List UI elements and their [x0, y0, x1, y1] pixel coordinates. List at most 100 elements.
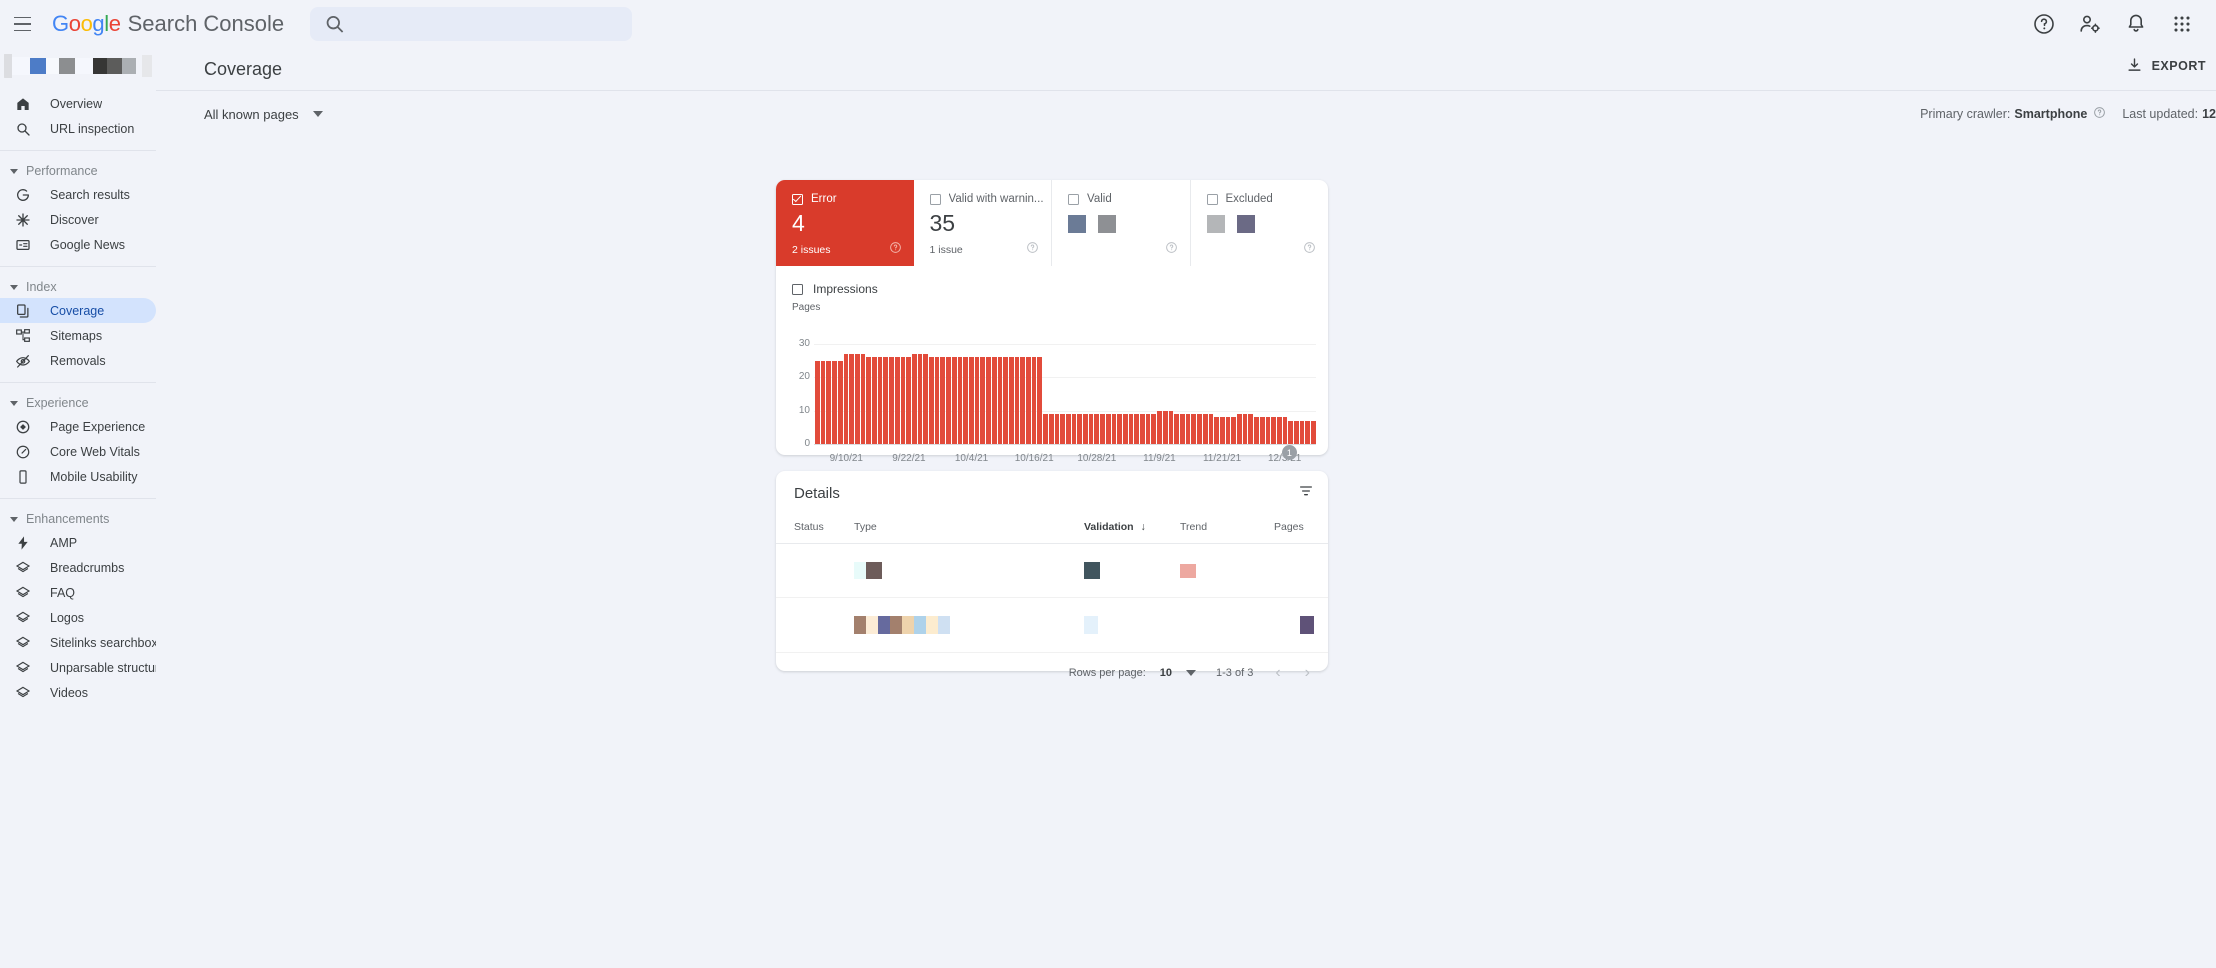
- chart-bar[interactable]: [923, 354, 928, 444]
- chart-bar[interactable]: [958, 357, 963, 444]
- chart-bar[interactable]: [918, 354, 923, 444]
- chart-bar[interactable]: [1117, 414, 1122, 444]
- chart-bar[interactable]: [878, 357, 883, 444]
- chart-bar[interactable]: [1060, 414, 1065, 444]
- chart-bar[interactable]: [1248, 414, 1253, 444]
- chart-bar[interactable]: [1089, 414, 1094, 444]
- sidebar-item-discover[interactable]: Discover: [0, 207, 156, 232]
- chart-bar[interactable]: [1146, 414, 1151, 444]
- status-card-valid[interactable]: Valid: [1052, 180, 1191, 266]
- chart-bar[interactable]: [1123, 414, 1128, 444]
- sidebar-item-search-results[interactable]: Search results: [0, 182, 156, 207]
- chart-bar[interactable]: [1066, 414, 1071, 444]
- chart-bar[interactable]: [963, 357, 968, 444]
- chart-bar[interactable]: [1214, 417, 1219, 444]
- chart-bar[interactable]: [861, 354, 866, 444]
- chart-bar[interactable]: [1305, 421, 1310, 444]
- sidebar-item-coverage[interactable]: Coverage: [0, 298, 156, 323]
- sidebar-item-removals[interactable]: Removals: [0, 348, 156, 373]
- chart-bar[interactable]: [946, 357, 951, 444]
- chart-bar[interactable]: [1294, 421, 1299, 444]
- column-header-status[interactable]: Status: [776, 515, 854, 544]
- chart-bar[interactable]: [1043, 414, 1048, 444]
- impressions-toggle[interactable]: Impressions: [776, 266, 1328, 296]
- sidebar-group-index[interactable]: Index: [0, 276, 156, 298]
- chart-bar[interactable]: [906, 357, 911, 444]
- table-row[interactable]: [776, 598, 1328, 653]
- chart-bar[interactable]: [1266, 417, 1271, 444]
- chevron-down-icon[interactable]: [1186, 670, 1196, 676]
- chevron-left-icon[interactable]: ‹: [1273, 664, 1282, 682]
- checkbox-icon[interactable]: [1207, 194, 1218, 205]
- chart-bar[interactable]: [1226, 417, 1231, 444]
- chart-bar[interactable]: [1231, 417, 1236, 444]
- chart-bar[interactable]: [1203, 414, 1208, 444]
- property-selector[interactable]: [4, 51, 152, 81]
- sidebar-item-videos[interactable]: Videos: [0, 680, 156, 705]
- chart-bar[interactable]: [1174, 414, 1179, 444]
- chart-bar[interactable]: [1134, 414, 1139, 444]
- chart-bar[interactable]: [1157, 411, 1162, 444]
- export-button[interactable]: EXPORT: [2126, 57, 2206, 74]
- table-row[interactable]: [776, 544, 1328, 598]
- checkbox-icon[interactable]: [792, 284, 803, 295]
- chart-bar[interactable]: [1129, 414, 1134, 444]
- status-card-valid-with-warnings[interactable]: Valid with warnin... 35 1 issue: [914, 180, 1053, 266]
- status-card-error[interactable]: Error 4 2 issues: [776, 180, 914, 266]
- chart-bar[interactable]: [940, 357, 945, 444]
- chart-bar[interactable]: [1191, 414, 1196, 444]
- chart-bar[interactable]: [1300, 421, 1305, 444]
- chart-bar[interactable]: [901, 357, 906, 444]
- rows-per-page[interactable]: Rows per page: 10: [1069, 667, 1196, 679]
- chart-bar[interactable]: [1169, 411, 1174, 444]
- chart-bar[interactable]: [969, 357, 974, 444]
- sidebar-group-enhancements[interactable]: Enhancements: [0, 508, 156, 530]
- search-input[interactable]: [357, 17, 618, 32]
- chart-bar[interactable]: [1055, 414, 1060, 444]
- account-settings-icon[interactable]: [2078, 12, 2102, 36]
- chart-bar[interactable]: [821, 361, 826, 444]
- chart-bar[interactable]: [872, 357, 877, 444]
- help-circle-icon[interactable]: [1165, 241, 1178, 259]
- chart-bar[interactable]: [1009, 357, 1014, 444]
- chart-bar[interactable]: [1140, 414, 1145, 444]
- known-pages-dropdown[interactable]: All known pages: [204, 107, 323, 122]
- chart-bar[interactable]: [849, 354, 854, 444]
- chart-bar[interactable]: [1003, 357, 1008, 444]
- sidebar-group-experience[interactable]: Experience: [0, 392, 156, 414]
- sidebar-item-mobile-usability[interactable]: Mobile Usability: [0, 464, 156, 489]
- chart-bar[interactable]: [935, 357, 940, 444]
- chart-bar[interactable]: [1112, 414, 1117, 444]
- sidebar-item-sitemaps[interactable]: Sitemaps: [0, 323, 156, 348]
- column-header-type[interactable]: Type: [854, 515, 1084, 544]
- sidebar-item-core-web-vitals[interactable]: Core Web Vitals: [0, 439, 156, 464]
- chart-bar[interactable]: [1163, 411, 1168, 444]
- chart-bar[interactable]: [912, 354, 917, 444]
- chart-bar[interactable]: [1180, 414, 1185, 444]
- sidebar-item-page-experience[interactable]: Page Experience: [0, 414, 156, 439]
- filter-list-icon[interactable]: [1298, 483, 1314, 504]
- help-icon[interactable]: [2032, 12, 2056, 36]
- help-circle-icon[interactable]: [1303, 241, 1316, 259]
- chart-bar[interactable]: [1197, 414, 1202, 444]
- chart-bar[interactable]: [1094, 414, 1099, 444]
- search-box[interactable]: [310, 7, 632, 41]
- chart-bar[interactable]: [838, 361, 843, 444]
- chart-bar[interactable]: [1220, 417, 1225, 444]
- chart-bar[interactable]: [815, 361, 820, 444]
- help-circle-icon[interactable]: [1026, 241, 1039, 259]
- chart-bar[interactable]: [855, 354, 860, 444]
- chart-bar[interactable]: [826, 361, 831, 444]
- chart-bar[interactable]: [1277, 417, 1282, 444]
- chart-bar[interactable]: [1311, 421, 1316, 444]
- chart-bar[interactable]: [832, 361, 837, 444]
- chart-bar[interactable]: [1288, 421, 1293, 444]
- chart-bar[interactable]: [889, 357, 894, 444]
- sidebar-item-overview[interactable]: Overview: [0, 91, 156, 116]
- chart-bar[interactable]: [1186, 414, 1191, 444]
- chart-bar[interactable]: [992, 357, 997, 444]
- chart-bar[interactable]: [1077, 414, 1082, 444]
- chart-bar[interactable]: [1020, 357, 1025, 444]
- column-header-validation[interactable]: Validation ↓: [1084, 515, 1180, 544]
- sidebar-item-google-news[interactable]: Google News: [0, 232, 156, 257]
